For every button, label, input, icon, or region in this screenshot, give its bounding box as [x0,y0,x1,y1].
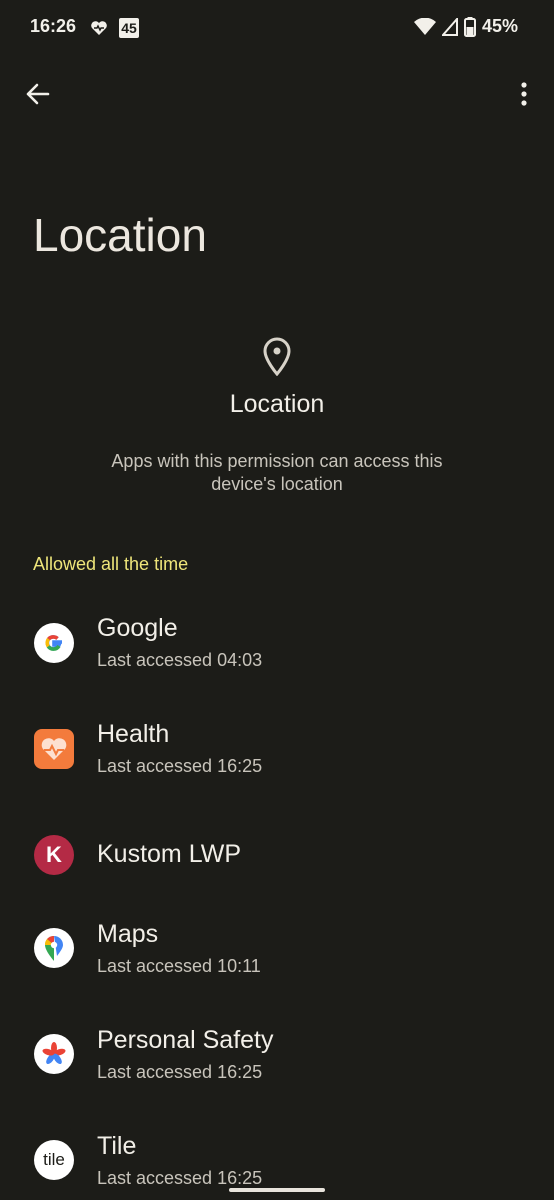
app-row-kustom-lwp[interactable]: K Kustom LWP [0,802,554,908]
battery-icon [463,16,476,37]
cellular-signal-icon [441,17,458,36]
app-name: Health [97,720,170,748]
back-arrow-icon[interactable] [22,78,54,110]
notification-badge: 45 [119,18,139,38]
location-pin-icon [263,337,291,376]
app-row-personal-safety[interactable]: Personal Safety Last accessed 16:25 [0,1014,554,1120]
maps-icon [34,928,74,968]
kustom-logo-letter: K [46,842,62,867]
app-last-accessed: Last accessed 16:25 [97,1168,263,1188]
app-name: Tile [97,1132,137,1160]
permission-title: Location [229,390,325,418]
tile-logo-text: tile [43,1150,65,1169]
health-heart-icon [91,21,107,35]
status-bar: 16:26 45 45% [0,0,554,56]
kustom-lwp-icon: K [34,835,74,875]
status-icons: 45% [413,16,518,37]
personal-safety-icon [34,1034,74,1074]
app-row-health[interactable]: Health Last accessed 16:25 [0,696,554,802]
app-list: Google Last accessed 04:03 Health Last a… [0,590,554,1200]
more-options-icon[interactable] [512,78,536,110]
status-time: 16:26 [30,16,77,36]
app-last-accessed: Last accessed 16:25 [97,756,263,776]
app-row-maps[interactable]: Maps Last accessed 10:11 [0,908,554,1014]
google-icon [34,623,74,663]
section-header-allowed-all-the-time: Allowed all the time [33,554,189,574]
health-icon [34,729,74,769]
wifi-icon [413,17,436,35]
app-last-accessed: Last accessed 10:11 [97,956,261,976]
app-last-accessed: Last accessed 04:03 [97,650,263,670]
app-row-google[interactable]: Google Last accessed 04:03 [0,590,554,696]
permission-description: Apps with this permission can access thi… [111,451,443,494]
battery-percentage: 45% [481,16,518,36]
page-title: Location [33,209,207,261]
app-name: Maps [97,920,159,948]
home-indicator[interactable] [229,1188,325,1192]
app-name: Kustom LWP [97,840,242,868]
tile-icon: tile [34,1140,74,1180]
app-last-accessed: Last accessed 16:25 [97,1062,263,1082]
app-name: Google [97,614,178,642]
app-name: Personal Safety [97,1026,274,1054]
